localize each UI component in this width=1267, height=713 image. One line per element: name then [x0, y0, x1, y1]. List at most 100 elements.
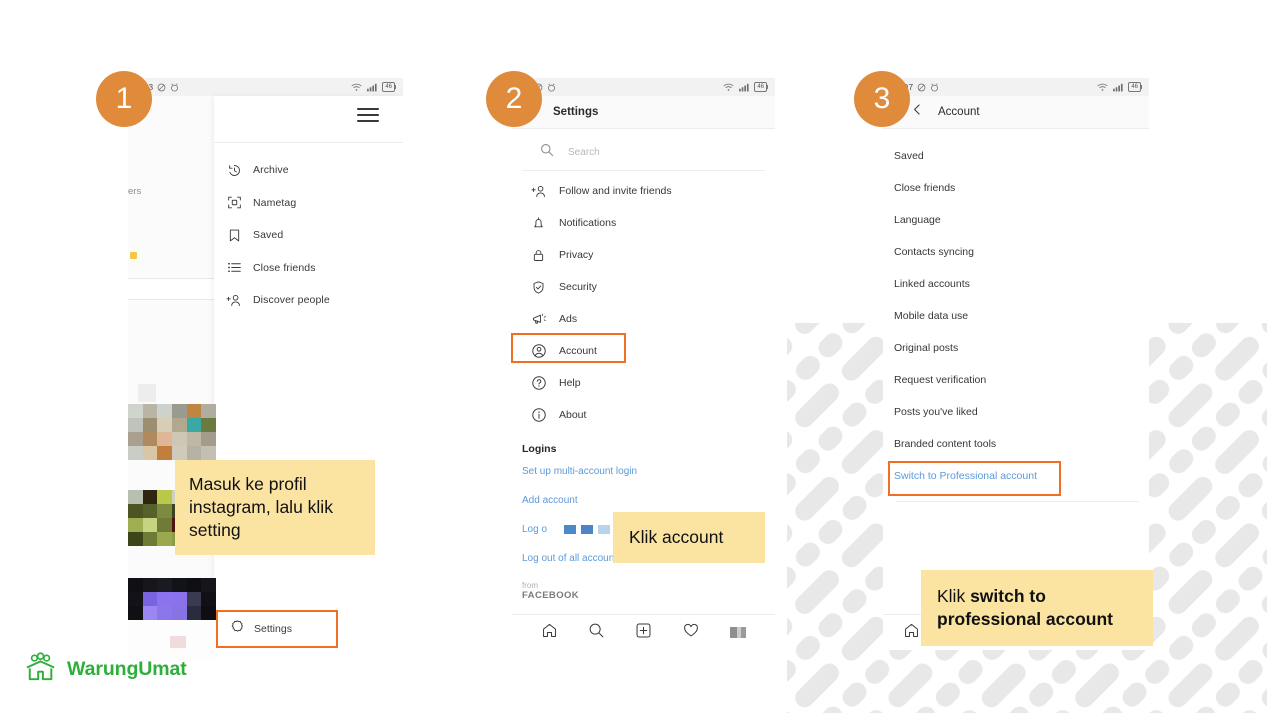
home-icon[interactable]: [541, 622, 558, 644]
info-circle-icon: [530, 407, 547, 424]
settings-item-label: Help: [559, 377, 581, 389]
link-log-out-label: Log o: [522, 524, 548, 535]
settings-label: Settings: [254, 623, 292, 635]
account-item-switch-professional[interactable]: Switch to Professional account: [894, 460, 1149, 492]
wifi-icon: [351, 83, 362, 91]
account-circle-icon: [530, 343, 547, 360]
settings-item-label: Follow and invite friends: [559, 185, 672, 197]
settings-menu-item-highlight[interactable]: Settings: [216, 610, 338, 648]
sidebar-item-nametag[interactable]: Nametag: [226, 187, 397, 220]
status-bar-1: 4:03 46: [128, 78, 403, 96]
account-item-saved[interactable]: Saved: [894, 140, 1149, 172]
back-arrow-icon[interactable]: [911, 103, 924, 121]
phone-screenshot-3: 14:07 46 Account Saved Close friends Lan…: [883, 78, 1149, 650]
side-menu-sheet: Archive Nametag Saved Close friends Disc…: [214, 96, 403, 658]
phone-screenshot-2: 06 46 Settings Search Follow and invite …: [512, 78, 775, 650]
status-bar-2: 06 46: [512, 78, 775, 96]
sidebar-item-archive[interactable]: Archive: [226, 154, 397, 187]
step-badge-2: 2: [486, 71, 542, 127]
battery-icon: 46: [1128, 82, 1142, 92]
clock-arrow-icon: [226, 162, 242, 178]
home-icon[interactable]: [903, 622, 920, 644]
battery-icon: 46: [382, 82, 396, 92]
side-menu-list: Archive Nametag Saved Close friends Disc…: [226, 154, 397, 317]
bell-icon: [530, 215, 547, 232]
search-input[interactable]: Search: [522, 135, 765, 171]
sidebar-item-close-friends[interactable]: Close friends: [226, 252, 397, 285]
account-item-label: Original posts: [894, 342, 959, 354]
list-divider: [896, 501, 1139, 502]
brand-name: WarungUmat: [67, 658, 187, 680]
status-right-3: 46: [1097, 82, 1142, 92]
sidebar-item-label: Archive: [253, 164, 289, 177]
account-item-label: Contacts syncing: [894, 246, 974, 258]
bottom-nav-bar-2: [512, 614, 775, 650]
account-item-label: Mobile data use: [894, 310, 969, 322]
warungumat-logo-icon: [24, 652, 58, 687]
signal-bars-icon: [739, 83, 749, 91]
heart-icon[interactable]: [682, 622, 700, 644]
account-item-label: Linked accounts: [894, 278, 970, 290]
settings-item-account[interactable]: Account: [530, 335, 775, 367]
settings-item-follow-invite[interactable]: Follow and invite friends: [530, 175, 775, 207]
add-box-icon[interactable]: [635, 622, 652, 644]
settings-header: Settings: [512, 96, 775, 129]
account-item-branded-content-tools[interactable]: Branded content tools: [894, 428, 1149, 460]
battery-icon: 46: [754, 82, 768, 92]
alarm-icon: [171, 82, 179, 91]
phone-screenshot-1: 4:03 46 ers Archive: [128, 78, 403, 658]
settings-item-ads[interactable]: Ads: [530, 303, 775, 335]
account-item-posts-youve-liked[interactable]: Posts you've liked: [894, 396, 1149, 428]
settings-item-security[interactable]: Security: [530, 271, 775, 303]
mute-icon: [158, 83, 166, 91]
account-item-label: Branded content tools: [894, 438, 997, 450]
settings-item-label: Account: [559, 345, 597, 357]
link-add-account[interactable]: Add account: [512, 486, 775, 515]
from-label: from: [522, 581, 538, 590]
wifi-icon: [723, 83, 734, 91]
sidebar-item-discover-people[interactable]: Discover people: [226, 284, 397, 317]
add-person-icon: [226, 292, 242, 308]
settings-item-label: Privacy: [559, 249, 594, 261]
settings-list: Follow and invite friends Notifications …: [512, 171, 775, 431]
page-title: Account: [938, 106, 980, 118]
search-placeholder: Search: [568, 147, 600, 158]
settings-item-label: Security: [559, 281, 597, 293]
link-setup-multi-account[interactable]: Set up multi-account login: [512, 457, 775, 486]
account-item-request-verification[interactable]: Request verification: [894, 364, 1149, 396]
signal-bars-icon: [1113, 83, 1123, 91]
account-item-label: Posts you've liked: [894, 406, 978, 418]
account-item-original-posts[interactable]: Original posts: [894, 332, 1149, 364]
account-item-label: Close friends: [894, 182, 956, 194]
sidebar-item-saved[interactable]: Saved: [226, 219, 397, 252]
account-item-contacts-syncing[interactable]: Contacts syncing: [894, 236, 1149, 268]
account-item-language[interactable]: Language: [894, 204, 1149, 236]
settings-item-privacy[interactable]: Privacy: [530, 239, 775, 271]
megaphone-icon: [530, 311, 547, 328]
wifi-icon: [1097, 83, 1108, 91]
gray-placeholder: [138, 384, 156, 402]
profile-button-fragment: [128, 278, 216, 300]
settings-item-about[interactable]: About: [530, 399, 775, 431]
hamburger-menu-icon[interactable]: [357, 108, 379, 126]
callout-step-2: Klik account: [613, 512, 765, 564]
profile-avatar-icon[interactable]: [730, 627, 746, 638]
account-item-close-friends[interactable]: Close friends: [894, 172, 1149, 204]
search-icon[interactable]: [588, 622, 605, 644]
callout-step-1: Masuk ke profil instagram, lalu klik set…: [175, 460, 375, 556]
account-item-label: Language: [894, 214, 941, 226]
settings-item-help[interactable]: Help: [530, 367, 775, 399]
menu-divider: [214, 142, 403, 143]
account-item-mobile-data-use[interactable]: Mobile data use: [894, 300, 1149, 332]
sidebar-item-label: Discover people: [253, 294, 330, 307]
brand-logo: WarungUmat: [24, 652, 187, 687]
bookmark-icon: [226, 227, 242, 243]
slide-canvas: 4:03 46 ers Archive: [0, 0, 1267, 713]
sidebar-item-label: Nametag: [253, 196, 297, 209]
sidebar-item-label: Close friends: [253, 261, 316, 274]
settings-item-notifications[interactable]: Notifications: [530, 207, 775, 239]
account-item-label: Saved: [894, 150, 924, 162]
account-item-linked-accounts[interactable]: Linked accounts: [894, 268, 1149, 300]
gear-icon: [230, 619, 245, 639]
list-icon: [226, 260, 242, 276]
